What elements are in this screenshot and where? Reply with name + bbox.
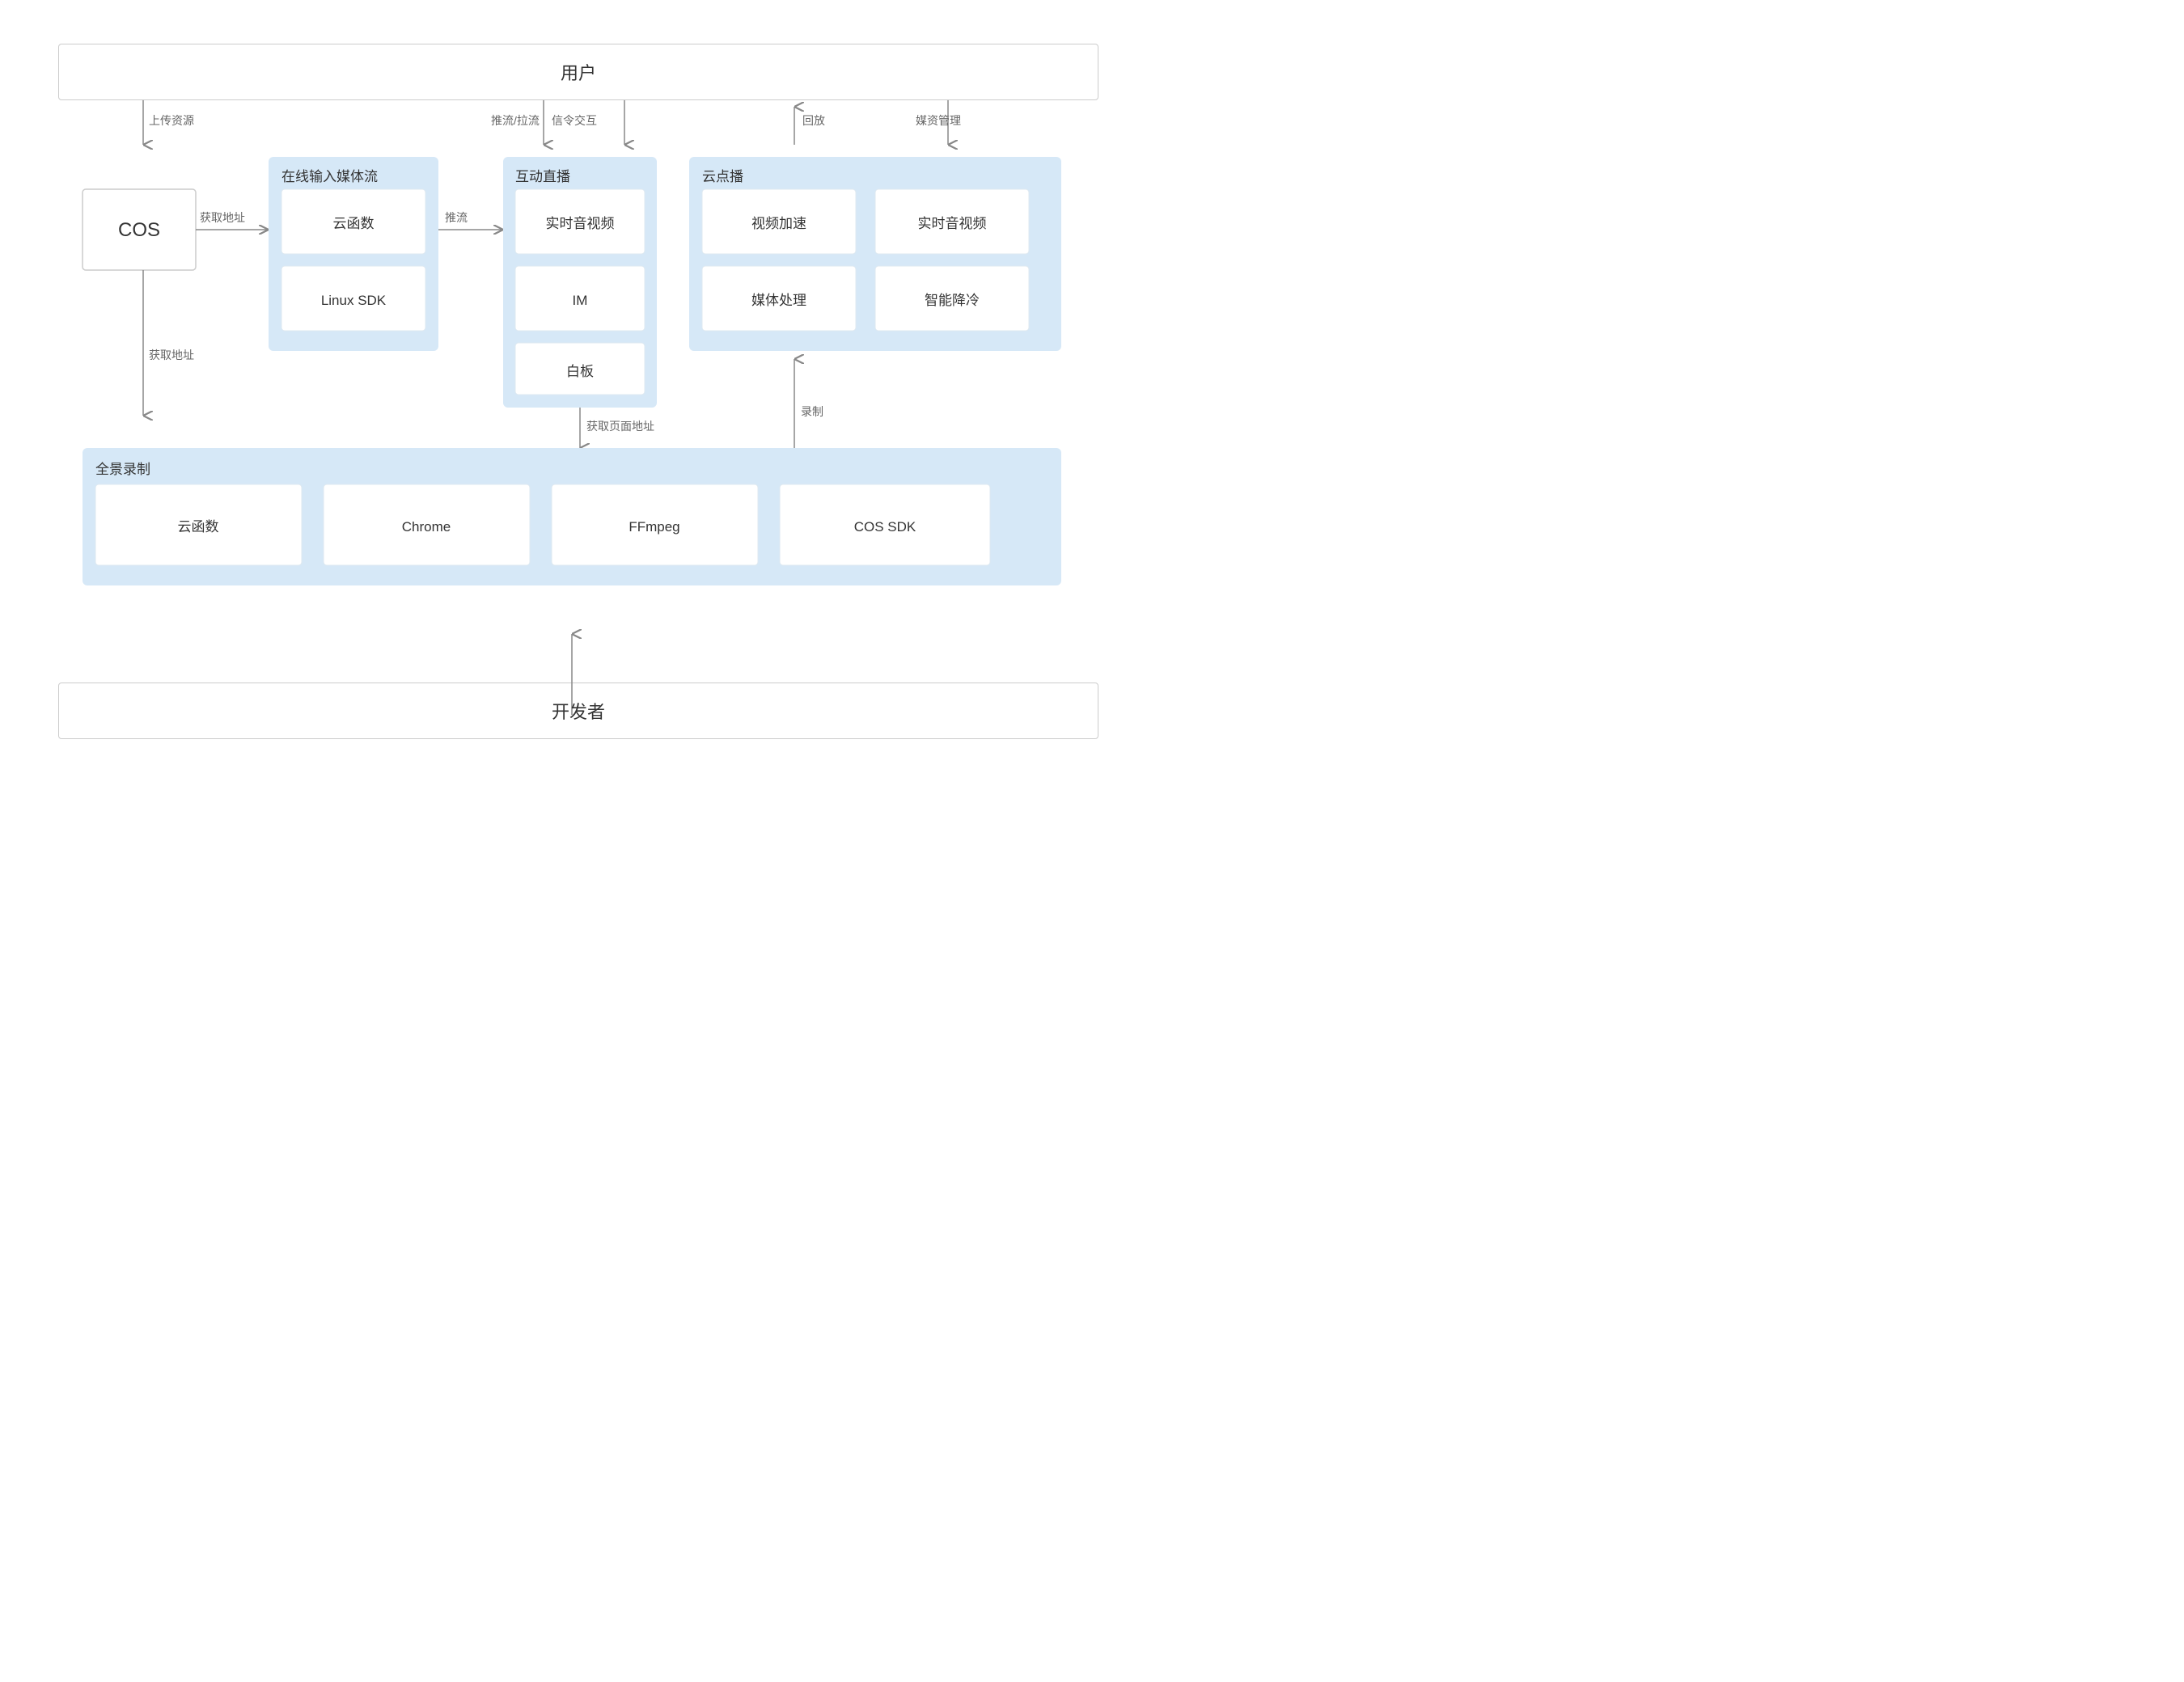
user-box: 用户 <box>58 44 1098 100</box>
svg-text:互动直播: 互动直播 <box>515 169 570 184</box>
user-label: 用户 <box>561 63 596 83</box>
svg-text:在线输入媒体流: 在线输入媒体流 <box>281 169 378 184</box>
svg-text:全景录制: 全景录制 <box>95 462 150 477</box>
diagram-svg: 上传资源 推流/拉流 信令交互 回放 媒资管理 COS 获取地址 获取地址 <box>58 100 1098 731</box>
svg-text:Linux SDK: Linux SDK <box>321 293 387 308</box>
svg-text:获取页面地址: 获取页面地址 <box>586 420 654 433</box>
svg-text:IM: IM <box>573 293 588 308</box>
developer-label: 开发者 <box>552 702 605 722</box>
svg-text:云点播: 云点播 <box>702 169 743 184</box>
svg-text:智能降冷: 智能降冷 <box>925 293 980 308</box>
svg-text:实时音视频: 实时音视频 <box>918 216 987 231</box>
svg-text:实时音视频: 实时音视频 <box>546 216 615 231</box>
svg-text:推流/拉流: 推流/拉流 <box>491 114 540 127</box>
svg-text:云函数: 云函数 <box>178 519 219 535</box>
svg-text:FFmpeg: FFmpeg <box>629 519 679 535</box>
svg-text:云函数: 云函数 <box>333 216 375 231</box>
svg-text:COS: COS <box>118 219 160 241</box>
svg-text:获取地址: 获取地址 <box>200 211 245 224</box>
svg-text:COS SDK: COS SDK <box>854 519 916 535</box>
svg-text:获取地址: 获取地址 <box>149 349 194 361</box>
svg-text:Chrome: Chrome <box>402 519 451 535</box>
svg-text:视频加速: 视频加速 <box>751 216 806 231</box>
svg-text:回放: 回放 <box>802 114 825 127</box>
svg-text:推流: 推流 <box>445 211 468 224</box>
svg-text:录制: 录制 <box>801 405 823 418</box>
svg-text:媒体处理: 媒体处理 <box>751 293 806 308</box>
svg-text:媒资管理: 媒资管理 <box>916 114 961 127</box>
upload-label: 上传资源 <box>149 114 194 127</box>
svg-text:白板: 白板 <box>566 364 594 379</box>
svg-text:信令交互: 信令交互 <box>552 114 597 127</box>
developer-box: 开发者 <box>58 683 1098 739</box>
